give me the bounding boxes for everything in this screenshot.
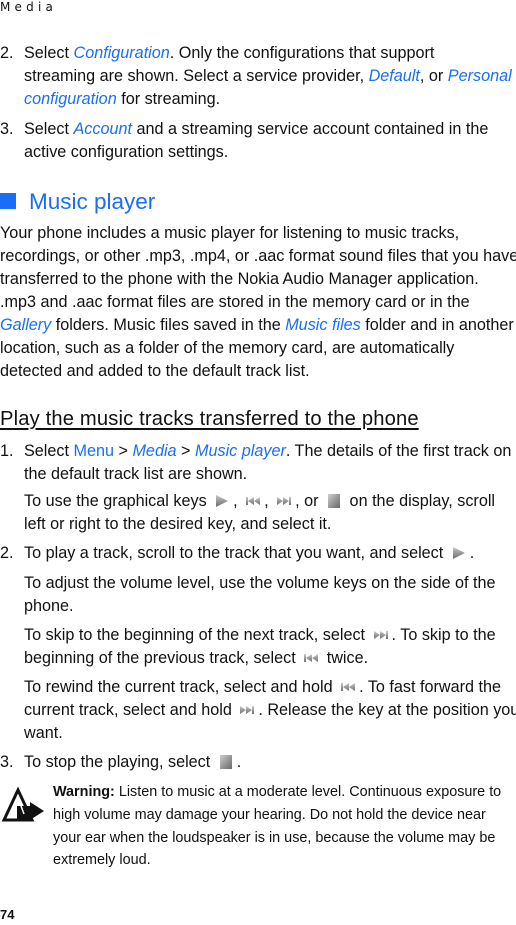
- rewind-key-icon: [341, 683, 356, 691]
- streaming-step-2: 2. Select Configuration. Only the configu…: [0, 42, 435, 65]
- text: and a streaming service account containe…: [132, 120, 489, 138]
- step-number: 3.: [0, 753, 14, 771]
- forward-key-icon: [373, 631, 388, 639]
- music-files-link[interactable]: Music files: [285, 316, 361, 334]
- streaming-step-2-line-2: streaming are shown. Select a service pr…: [24, 65, 512, 88]
- step-number: 2.: [0, 44, 14, 62]
- play-step-1: 1. Select Menu > Media > Music player. Th…: [0, 440, 512, 463]
- step-number: 3.: [0, 120, 14, 138]
- text: twice.: [322, 649, 369, 667]
- gallery-link[interactable]: Gallery: [0, 316, 51, 334]
- text: To play a track, scroll to the track tha…: [24, 544, 448, 562]
- section-title: Music player: [29, 189, 156, 214]
- intro-line: detected and added to the default track …: [0, 362, 310, 380]
- fast-forward-line-2: want.: [24, 724, 63, 742]
- graphical-keys-line-2: left or right to the desired key, and se…: [24, 515, 332, 533]
- rewind-key-icon: [246, 497, 261, 505]
- intro-line: Your phone includes a music player for l…: [0, 224, 460, 242]
- intro-line: recordings, or other .mp3, .mp4, or .aac…: [0, 247, 516, 265]
- text: ,: [264, 492, 274, 510]
- stop-key-icon: [219, 755, 232, 769]
- warning-line: high volume may damage your hearing. Do …: [53, 806, 486, 823]
- text: To stop the playing, select: [24, 753, 215, 771]
- play-step-3: 3. To stop the playing, select .: [0, 751, 242, 774]
- text: Select: [24, 44, 74, 62]
- play-step-2: 2. To play a track, scroll to the track t…: [0, 542, 475, 565]
- intro-line: .mp3 and .aac format files are stored in…: [0, 293, 470, 311]
- text: folders. Music files saved in the: [51, 316, 286, 334]
- configuration-link-2[interactable]: configuration: [24, 90, 117, 108]
- skip-previous-line: beginning of the previous track, select …: [24, 647, 368, 670]
- streaming-step-2-line-3: configuration for streaming.: [24, 88, 220, 111]
- warning-note: Warning: Listen to music at a moderate l…: [53, 781, 501, 872]
- skip-next-line: To skip to the beginning of the next tra…: [24, 624, 496, 647]
- text: .: [236, 753, 242, 771]
- menu-link[interactable]: Menu: [74, 442, 115, 460]
- media-link[interactable]: Media: [132, 442, 176, 460]
- text: . The details of the first track on: [285, 442, 512, 460]
- text: , or: [295, 492, 324, 510]
- play-key-icon: [452, 547, 465, 559]
- text: . Only the configurations that support: [169, 44, 435, 62]
- fast-forward-line: current track, select and hold . Release…: [24, 699, 516, 722]
- warning-line: Warning: Listen to music at a moderate l…: [53, 781, 501, 804]
- volume-line-2: phone.: [24, 597, 74, 615]
- forward-key-icon: [277, 497, 292, 505]
- text: . To fast forward the: [359, 678, 501, 696]
- text: . Release the key at the position you: [258, 701, 516, 719]
- stop-key-icon: [328, 494, 341, 508]
- text: .: [469, 544, 475, 562]
- text: Select: [24, 442, 74, 460]
- text: beginning of the previous track, select: [24, 649, 301, 667]
- play-step-1-line-2: the default track list are shown.: [24, 465, 248, 483]
- step-number: 2.: [0, 544, 14, 562]
- streaming-step-3-line-2: active configuration settings.: [24, 143, 229, 161]
- warning-line: your ear when the loudspeaker is in use,…: [53, 829, 496, 846]
- graphical-keys-line: To use the graphical keys , , , or on th…: [24, 490, 495, 513]
- heading-bullet-icon: [0, 193, 16, 209]
- subsection-heading: Play the music tracks transferred to the…: [0, 408, 419, 430]
- separator: >: [176, 442, 195, 460]
- text: ,: [233, 492, 243, 510]
- intro-line: Gallery folders. Music files saved in th…: [0, 314, 514, 337]
- text: folder and in another: [360, 316, 514, 334]
- warning-label: Warning:: [53, 784, 115, 800]
- rewind-key-icon: [304, 654, 319, 662]
- text: streaming are shown. Select a service pr…: [24, 67, 369, 85]
- text: , or: [419, 67, 448, 85]
- running-header: Media: [0, 0, 58, 14]
- intro-line: transferred to the phone with the Nokia …: [0, 270, 479, 288]
- text: To skip to the beginning of the next tra…: [24, 626, 370, 644]
- text: Select: [24, 120, 74, 138]
- rewind-line: To rewind the current track, select and …: [24, 676, 501, 699]
- page-number: 74: [0, 907, 15, 922]
- step-number: 1.: [0, 442, 14, 460]
- forward-key-icon: [240, 706, 255, 714]
- personal-link[interactable]: Personal: [448, 67, 512, 85]
- streaming-step-3: 3. Select Account and a streaming service…: [0, 118, 489, 141]
- text: Listen to music at a moderate level. Con…: [114, 784, 502, 800]
- text: To use the graphical keys: [24, 492, 212, 510]
- configuration-link[interactable]: Configuration: [74, 44, 170, 62]
- default-link[interactable]: Default: [369, 67, 420, 85]
- text: on the display, scroll: [345, 492, 496, 510]
- play-key-icon: [216, 495, 229, 507]
- separator: >: [114, 442, 133, 460]
- text: for streaming.: [116, 90, 221, 108]
- warning-line: extremely loud.: [53, 852, 151, 869]
- account-link[interactable]: Account: [74, 120, 133, 138]
- warning-icon: [1, 786, 44, 822]
- section-heading: Music player: [0, 188, 155, 216]
- volume-line: To adjust the volume level, use the volu…: [24, 574, 496, 592]
- intro-line: location, such as a folder of the memory…: [0, 339, 455, 357]
- text: current track, select and hold: [24, 701, 237, 719]
- text: . To skip to the: [391, 626, 496, 644]
- music-player-link[interactable]: Music player: [195, 442, 286, 460]
- text: To rewind the current track, select and …: [24, 678, 338, 696]
